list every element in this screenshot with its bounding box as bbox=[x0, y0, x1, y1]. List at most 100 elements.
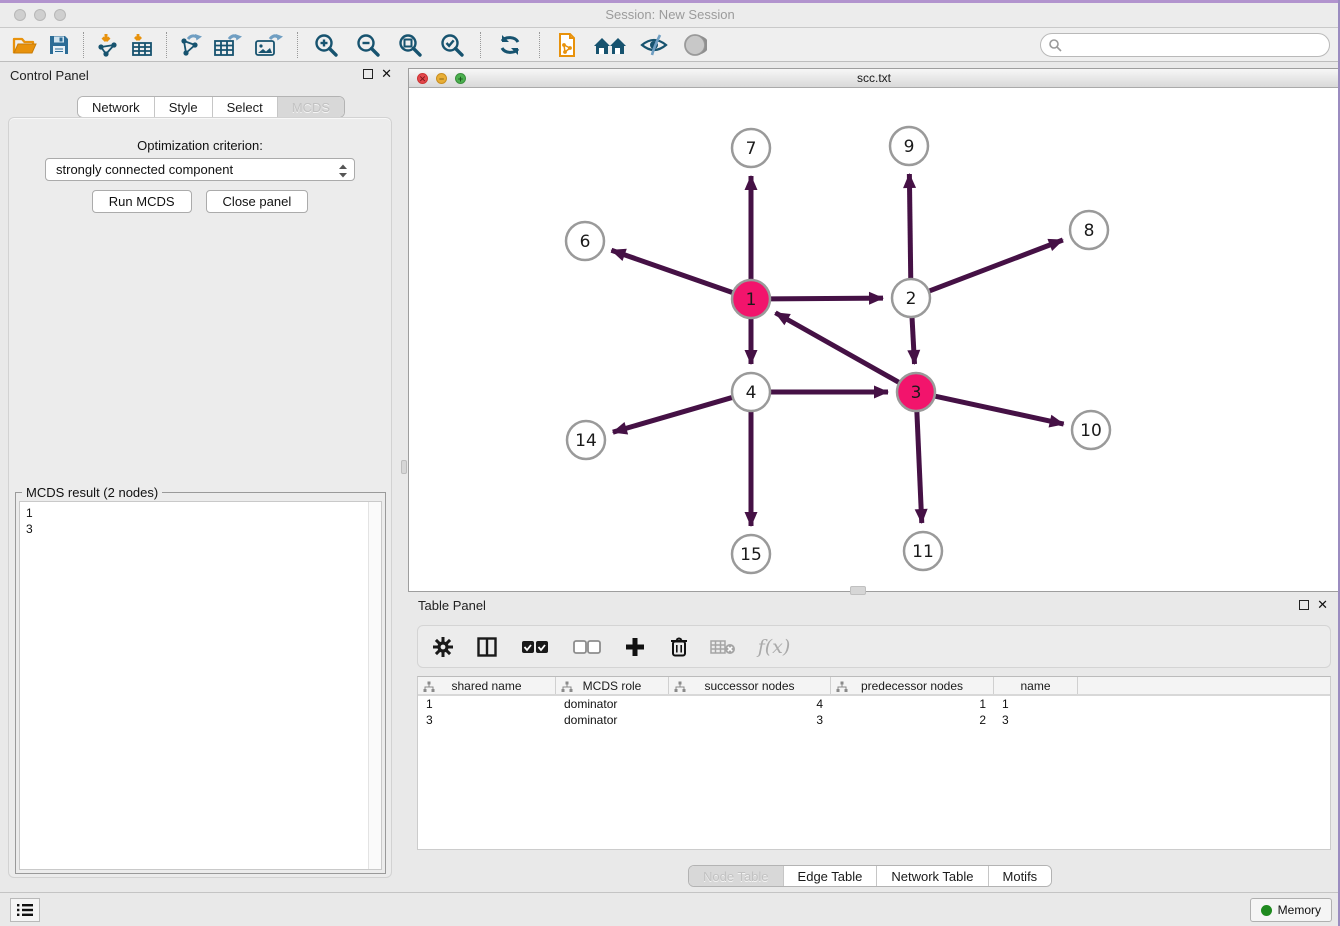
column-header-successor-nodes[interactable]: successor nodes bbox=[669, 677, 831, 694]
svg-text:3: 3 bbox=[911, 383, 922, 403]
column-header-name[interactable]: name bbox=[994, 677, 1078, 694]
table-cell[interactable]: 3 bbox=[418, 712, 556, 728]
criterion-select[interactable]: strongly connected component bbox=[45, 158, 355, 181]
task-history-button[interactable] bbox=[10, 898, 40, 922]
zoom-out-button[interactable] bbox=[347, 31, 389, 59]
tab-network-table[interactable]: Network Table bbox=[876, 866, 987, 886]
table-cell[interactable]: dominator bbox=[556, 712, 669, 728]
control-panel-title: Control Panel bbox=[10, 68, 89, 83]
tab-select[interactable]: Select bbox=[212, 97, 277, 117]
splitter-grip[interactable] bbox=[401, 460, 407, 474]
graph-node-7[interactable]: 7 bbox=[732, 129, 770, 167]
refresh-button[interactable] bbox=[488, 31, 532, 59]
horizontal-splitter-grip[interactable] bbox=[850, 586, 866, 595]
result-scrollbar[interactable] bbox=[368, 502, 381, 869]
edge-4-14[interactable] bbox=[613, 397, 733, 432]
tab-mcds[interactable]: MCDS bbox=[277, 97, 344, 117]
zoom-fit-button[interactable] bbox=[389, 31, 431, 59]
delete-table-button[interactable] bbox=[708, 632, 738, 662]
graph-node-8[interactable]: 8 bbox=[1070, 211, 1108, 249]
table-cell[interactable]: 2 bbox=[831, 712, 994, 728]
table-cell[interactable]: 1 bbox=[994, 696, 1078, 712]
vertical-splitter[interactable] bbox=[400, 62, 408, 892]
graph-node-11[interactable]: 11 bbox=[904, 532, 942, 570]
float-panel-icon[interactable] bbox=[363, 69, 373, 79]
tab-motifs[interactable]: Motifs bbox=[988, 866, 1052, 886]
table-row[interactable]: 1dominator411 bbox=[418, 696, 1330, 712]
birdseye-view-button[interactable] bbox=[675, 31, 715, 59]
network-window-titlebar[interactable]: ✕ − + scc.txt bbox=[409, 69, 1339, 88]
graph-node-14[interactable]: 14 bbox=[567, 421, 605, 459]
graph-node-1[interactable]: 1 bbox=[732, 280, 770, 318]
show-hide-graphics-button[interactable] bbox=[633, 31, 675, 59]
tab-edge-table[interactable]: Edge Table bbox=[783, 866, 877, 886]
column-header-shared-name[interactable]: shared name bbox=[418, 677, 556, 694]
table-cell[interactable]: 1 bbox=[831, 696, 994, 712]
edge-1-2[interactable] bbox=[770, 298, 883, 299]
table-settings-button[interactable] bbox=[428, 632, 458, 662]
graph-node-6[interactable]: 6 bbox=[566, 222, 604, 260]
svg-text:4: 4 bbox=[746, 383, 757, 403]
table-cell[interactable]: 3 bbox=[994, 712, 1078, 728]
first-neighbors-button[interactable] bbox=[587, 31, 633, 59]
float-panel-icon[interactable] bbox=[1299, 600, 1309, 610]
edge-3-1[interactable] bbox=[775, 313, 899, 383]
graph-node-3[interactable]: 3 bbox=[897, 373, 935, 411]
table-cell[interactable]: dominator bbox=[556, 696, 669, 712]
split-columns-button[interactable] bbox=[472, 632, 502, 662]
clone-network-button[interactable] bbox=[547, 31, 587, 59]
function-builder-button[interactable]: f(x) bbox=[752, 632, 796, 662]
column-header-MCDS-role[interactable]: MCDS role bbox=[556, 677, 669, 694]
graph-node-10[interactable]: 10 bbox=[1072, 411, 1110, 449]
import-network-button[interactable] bbox=[91, 31, 125, 59]
edge-3-10[interactable] bbox=[935, 396, 1064, 424]
memory-button[interactable]: Memory bbox=[1250, 898, 1332, 922]
close-panel-icon[interactable]: ✕ bbox=[381, 69, 392, 79]
table-cell[interactable]: 4 bbox=[669, 696, 831, 712]
tab-node-table[interactable]: Node Table bbox=[689, 866, 783, 886]
edge-2-9[interactable] bbox=[909, 174, 910, 279]
table-row[interactable]: 3dominator323 bbox=[418, 712, 1330, 728]
edge-3-11[interactable] bbox=[917, 411, 922, 523]
edge-2-3[interactable] bbox=[912, 317, 915, 364]
edge-1-6[interactable] bbox=[611, 250, 733, 292]
zoom-selected-icon bbox=[439, 32, 465, 58]
unselect-all-button[interactable] bbox=[568, 632, 606, 662]
search-input[interactable] bbox=[1040, 33, 1330, 57]
network-graph[interactable]: 1 2 3 4 6 7 8 9 10 11 14 15 bbox=[409, 88, 1339, 591]
graph-node-15[interactable]: 15 bbox=[732, 535, 770, 573]
column-type-icon bbox=[423, 681, 435, 693]
add-column-button[interactable] bbox=[620, 632, 650, 662]
select-all-button[interactable] bbox=[516, 632, 554, 662]
checked-boxes-icon bbox=[521, 640, 549, 654]
edge-2-8[interactable] bbox=[929, 240, 1063, 291]
delete-column-button[interactable] bbox=[664, 632, 694, 662]
column-header-predecessor-nodes[interactable]: predecessor nodes bbox=[831, 677, 994, 694]
table-cell[interactable]: 1 bbox=[418, 696, 556, 712]
svg-text:15: 15 bbox=[740, 545, 762, 565]
graph-node-4[interactable]: 4 bbox=[732, 373, 770, 411]
graph-node-9[interactable]: 9 bbox=[890, 127, 928, 165]
network-canvas[interactable]: 1 2 3 4 6 7 8 9 10 11 14 15 bbox=[409, 88, 1339, 591]
close-panel-icon[interactable]: ✕ bbox=[1317, 600, 1328, 610]
export-network-button[interactable] bbox=[174, 31, 208, 59]
table-cell[interactable]: 3 bbox=[669, 712, 831, 728]
tab-network[interactable]: Network bbox=[78, 97, 154, 117]
table-body: 1dominator4113dominator323 bbox=[418, 696, 1330, 728]
zoom-in-button[interactable] bbox=[305, 31, 347, 59]
run-mcds-button[interactable]: Run MCDS bbox=[92, 190, 192, 213]
export-table-button[interactable] bbox=[208, 31, 248, 59]
open-session-button[interactable] bbox=[8, 31, 42, 59]
zoom-selected-button[interactable] bbox=[431, 31, 473, 59]
export-network-icon bbox=[178, 33, 204, 57]
import-table-button[interactable] bbox=[125, 31, 159, 59]
save-session-button[interactable] bbox=[42, 31, 76, 59]
close-panel-button[interactable]: Close panel bbox=[206, 190, 309, 213]
table-panel-title: Table Panel bbox=[418, 598, 486, 613]
memory-label: Memory bbox=[1278, 903, 1321, 917]
network-window-title: scc.txt bbox=[409, 71, 1339, 85]
mcds-result-text[interactable]: 1 3 bbox=[19, 501, 382, 870]
tab-style[interactable]: Style bbox=[154, 97, 212, 117]
graph-node-2[interactable]: 2 bbox=[892, 279, 930, 317]
export-image-button[interactable] bbox=[248, 31, 290, 59]
